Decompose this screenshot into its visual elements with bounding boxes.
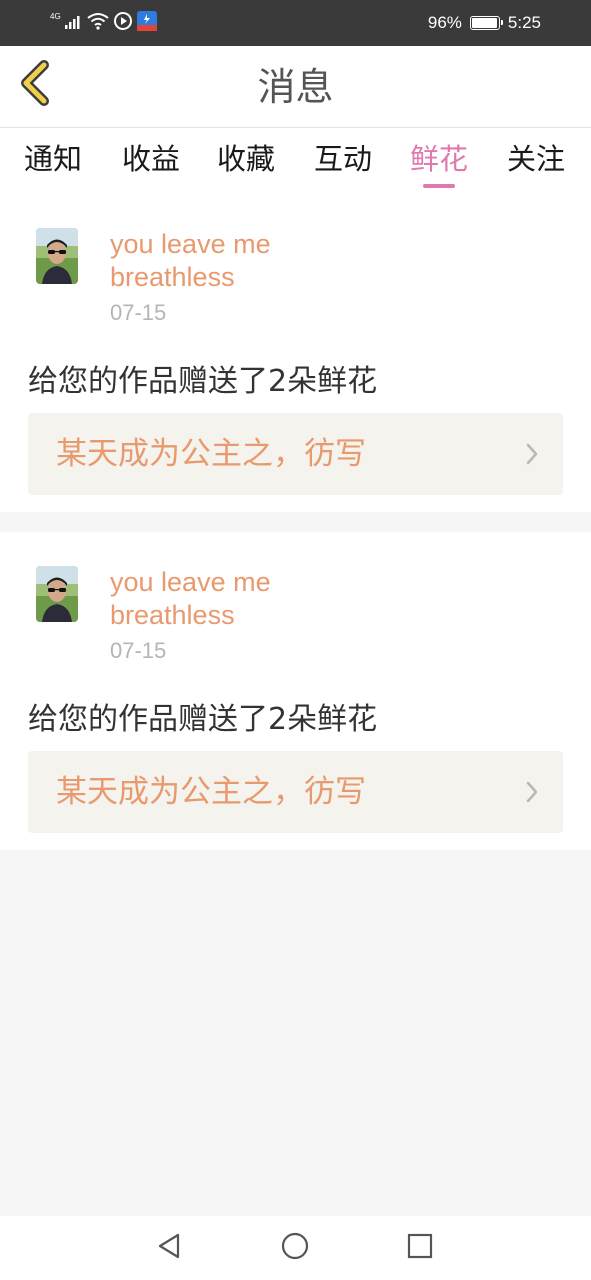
message-list: you leave me breathless 07-15 给您的作品赠送了2朵… [0, 194, 591, 850]
work-link[interactable]: 某天成为公主之，彷写 [28, 751, 563, 833]
list-item: you leave me breathless 07-15 给您的作品赠送了2朵… [0, 532, 591, 850]
message-date: 07-15 [110, 300, 167, 325]
media-icon [113, 11, 133, 35]
tab-earnings[interactable]: 收益 [106, 128, 196, 194]
battery-percent: 96% [427, 13, 462, 32]
message-date: 07-15 [110, 638, 167, 663]
nav-home-button[interactable] [277, 1230, 313, 1266]
home-circle-icon [281, 1232, 309, 1264]
message-text: 给您的作品赠送了2朵鲜花 [28, 702, 378, 737]
tab-interactions[interactable]: 互动 [298, 128, 388, 194]
page-title: 消息 [257, 65, 334, 109]
list-item: you leave me breathless 07-15 给您的作品赠送了2朵… [0, 194, 591, 512]
nav-recents-button[interactable] [402, 1230, 438, 1266]
signal-icon [64, 13, 83, 33]
wifi-icon [87, 12, 109, 34]
battery-icon [469, 16, 503, 30]
tab-follows[interactable]: 关注 [491, 128, 581, 194]
header: 消息 [0, 46, 591, 128]
status-bar: 4G 96% 5:25 [0, 0, 591, 46]
tab-flowers[interactable]: 鲜花 [394, 128, 484, 194]
recents-square-icon [407, 1233, 433, 1263]
status-left: 4G [50, 10, 157, 36]
clock: 5:25 [507, 13, 541, 32]
work-title: 某天成为公主之，彷写 [56, 774, 366, 810]
battery-fill [471, 18, 497, 28]
tab-notifications[interactable]: 通知 [8, 128, 98, 194]
tab-favorites[interactable]: 收藏 [201, 128, 291, 194]
username[interactable]: you leave me breathless [110, 228, 350, 294]
chevron-right-icon [525, 781, 539, 807]
system-nav-bar [0, 1216, 591, 1280]
back-triangle-icon [156, 1232, 182, 1264]
avatar[interactable] [36, 228, 78, 284]
work-title: 某天成为公主之，彷写 [56, 436, 366, 472]
chevron-right-icon [525, 443, 539, 469]
avatar[interactable] [36, 566, 78, 622]
app-notification-icon [136, 11, 157, 35]
network-type: 4G [50, 12, 61, 21]
nav-back-button[interactable] [151, 1230, 187, 1266]
status-right: 96% 5:25 [428, 10, 541, 36]
work-link[interactable]: 某天成为公主之，彷写 [28, 413, 563, 495]
message-text: 给您的作品赠送了2朵鲜花 [28, 364, 378, 399]
tab-bar: 通知 收益 收藏 互动 鲜花 关注 [0, 128, 591, 194]
username[interactable]: you leave me breathless [110, 566, 350, 632]
